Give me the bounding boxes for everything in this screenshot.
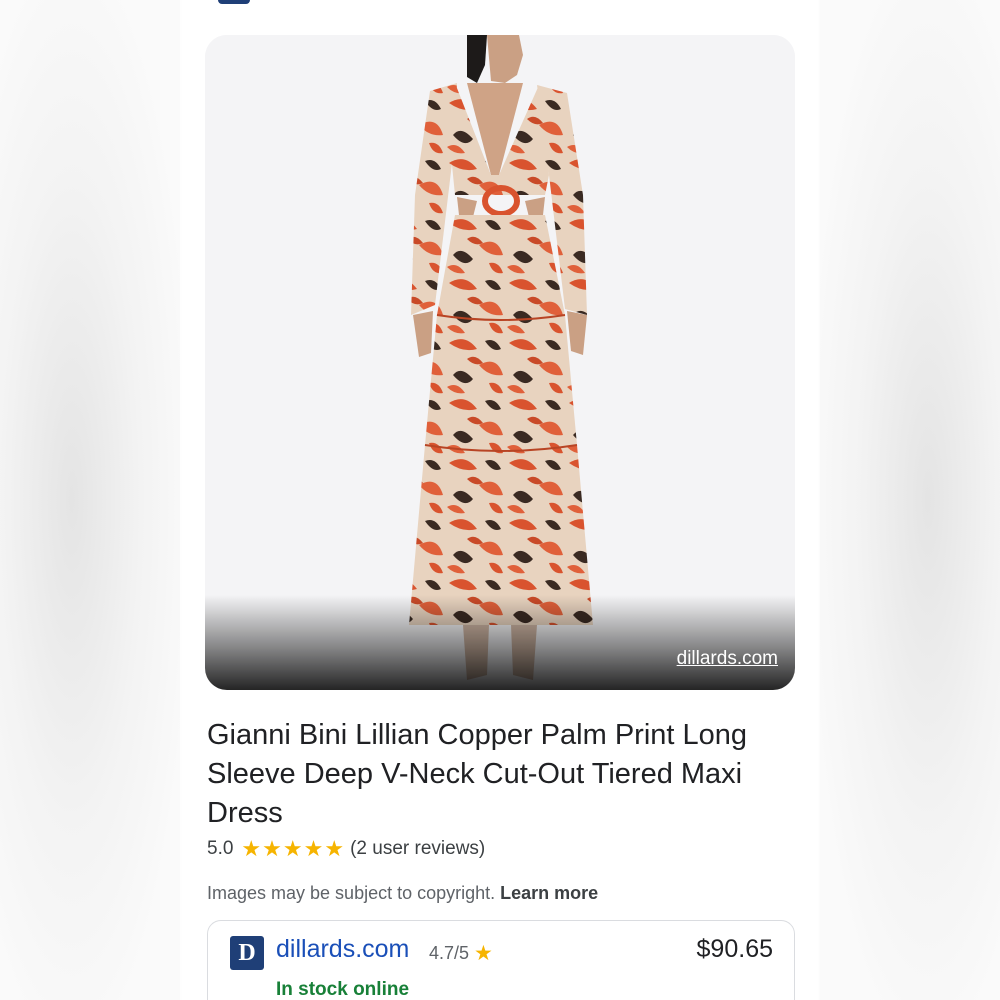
copyright-text: Images may be subject to copyright. [207,883,496,903]
offer-price: $90.65 [696,935,773,963]
image-source-link[interactable]: dillards.com [677,648,778,670]
star-icon: ★ [324,836,345,861]
rating-value: 5.0 [207,838,234,859]
background-left [0,0,180,1000]
merchant-logo-letter: D [238,939,256,966]
star-icon: ★ [262,836,282,861]
product-photo[interactable] [205,35,795,690]
merchant-name-link[interactable]: dillards.com [276,935,409,964]
background-right [820,0,1000,1000]
rating-stars: ★ ★ ★ ★ ★ [241,838,344,860]
merchant-rating: 4.7/5 ★ [429,941,493,966]
copyright-notice: Images may be subject to copyright. Lear… [207,883,598,904]
merchant-offer-card[interactable]: D dillards.com 4.7/5 ★ $90.65 In stock o… [207,920,795,1000]
star-icon: ★ [241,836,262,861]
star-icon: ★ [474,942,493,965]
dillards-logo-icon: D [230,936,264,970]
star-icon: ★ [303,836,324,861]
merchant-rating-value: 4.7/5 [429,943,470,963]
product-rating[interactable]: 5.0 ★ ★ ★ ★ ★ (2 user reviews) [207,838,485,860]
product-title[interactable]: Gianni Bini Lillian Copper Palm Print Lo… [207,716,787,833]
product-image-card[interactable]: dillards.com [205,35,795,690]
reviews-count[interactable]: (2 user reviews) [350,838,485,860]
learn-more-link[interactable]: Learn more [500,883,598,903]
image-gradient-overlay [205,595,795,690]
previous-merchant-logo-fragment [218,0,250,4]
search-result-panel: dillards.com Gianni Bini Lillian Copper … [182,0,818,1000]
star-icon: ★ [282,836,303,861]
stock-status: In stock online [276,979,410,1000]
